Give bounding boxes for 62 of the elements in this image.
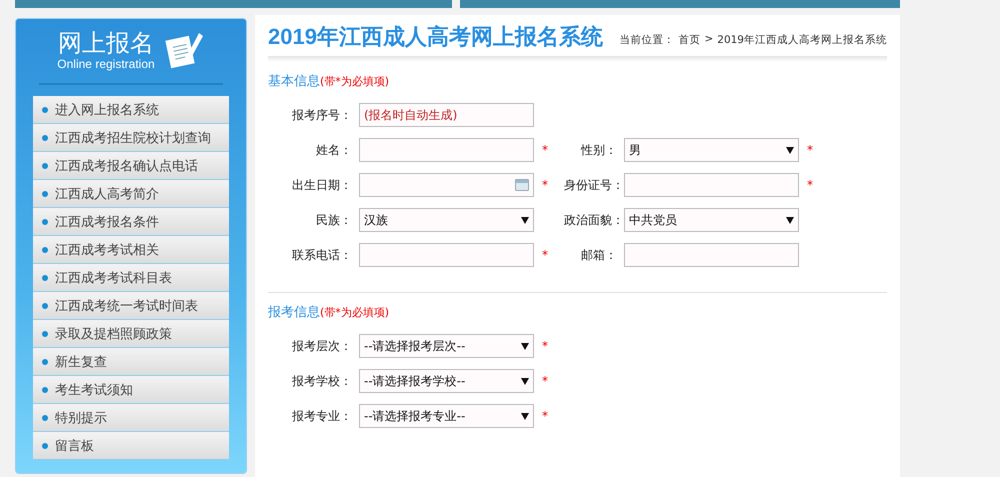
- dropdown[interactable]: 中共党员: [624, 208, 799, 232]
- calendar-icon: [515, 179, 529, 191]
- field-label: 性别：: [580, 142, 618, 158]
- caret-icon: [521, 216, 529, 224]
- sidebar-item[interactable]: 江西成考招生院校计划查询: [33, 124, 229, 152]
- sidebar-item[interactable]: 江西成考考试相关: [33, 236, 229, 264]
- dropdown[interactable]: 汉族: [359, 208, 534, 232]
- input-field[interactable]: [624, 173, 799, 197]
- sidebar-item[interactable]: 江西成人高考简介: [33, 180, 229, 208]
- input-field[interactable]: [359, 138, 534, 162]
- paper-pen-icon: [164, 30, 205, 70]
- field-label: 报考专业：: [291, 408, 353, 424]
- required-mark: *: [807, 143, 813, 157]
- required-mark: *: [542, 409, 548, 423]
- sidebar-item[interactable]: 江西成考考试科目表: [33, 264, 229, 292]
- sidebar-item[interactable]: 进入网上报名系统: [33, 96, 229, 124]
- dropdown[interactable]: --请选择报考学校--: [359, 369, 534, 393]
- section-title: 基本信息(带*为必填项): [268, 73, 390, 90]
- serial-field: (报名时自动生成): [359, 103, 534, 127]
- sidebar-item[interactable]: 江西成考统一考试时间表: [33, 292, 229, 320]
- sidebar-item[interactable]: 江西成考报名条件: [33, 208, 229, 236]
- required-mark: *: [807, 178, 813, 192]
- caret-icon: [521, 378, 529, 384]
- required-mark: *: [542, 178, 548, 192]
- required-mark: *: [542, 143, 548, 157]
- field-label: 联系电话：: [291, 246, 353, 264]
- sidebar-item[interactable]: 江西成考报名确认点电话: [33, 152, 229, 180]
- field-label: 政治面貌：: [564, 212, 624, 228]
- caret-icon: [786, 146, 794, 154]
- input-field[interactable]: [624, 243, 799, 267]
- sidebar-item[interactable]: 考生考试须知: [33, 376, 229, 404]
- breadcrumb-label: 当前位置：: [619, 33, 674, 47]
- field-label: 邮箱：: [580, 246, 618, 264]
- breadcrumb-separator: >: [704, 33, 714, 47]
- required-mark: *: [542, 374, 548, 388]
- dropdown[interactable]: 男: [624, 138, 799, 162]
- field-label: 报考学校：: [291, 372, 353, 390]
- sidebar-subtitle: Online registration: [57, 57, 155, 71]
- required-mark: *: [542, 339, 548, 353]
- section-title: 报考信息(带*为必填项): [268, 304, 390, 321]
- sidebar-item[interactable]: 特别提示: [33, 404, 229, 432]
- caret-icon: [521, 342, 529, 350]
- caret-icon: [521, 412, 529, 420]
- dropdown[interactable]: --请选择报考层次--: [359, 334, 534, 358]
- field-label: 姓名：: [315, 142, 353, 158]
- field-label: 身份证号：: [564, 176, 624, 194]
- sidebar-item[interactable]: 录取及提档照顾政策: [33, 320, 229, 348]
- dropdown[interactable]: --请选择报考专业--: [359, 404, 534, 428]
- sidebar-item[interactable]: 新生复查: [33, 348, 229, 376]
- field-label: 报考层次：: [291, 338, 353, 354]
- page-title: 2019年江西成人高考网上报名系统: [268, 23, 603, 51]
- sidebar-title: 网上报名: [58, 29, 154, 57]
- breadcrumb-link[interactable]: 2019年江西成人高考网上报名系统: [717, 33, 887, 47]
- required-mark: *: [542, 248, 548, 262]
- field-label: 出生日期：: [291, 176, 353, 194]
- sidebar-item[interactable]: 留言板: [33, 432, 229, 460]
- caret-icon: [786, 216, 794, 224]
- field-label: 报考序号：: [291, 106, 353, 124]
- input-field[interactable]: [359, 243, 534, 267]
- breadcrumb-link[interactable]: 首页: [678, 33, 700, 47]
- date-field[interactable]: [359, 173, 534, 197]
- field-label: 民族：: [315, 212, 353, 228]
